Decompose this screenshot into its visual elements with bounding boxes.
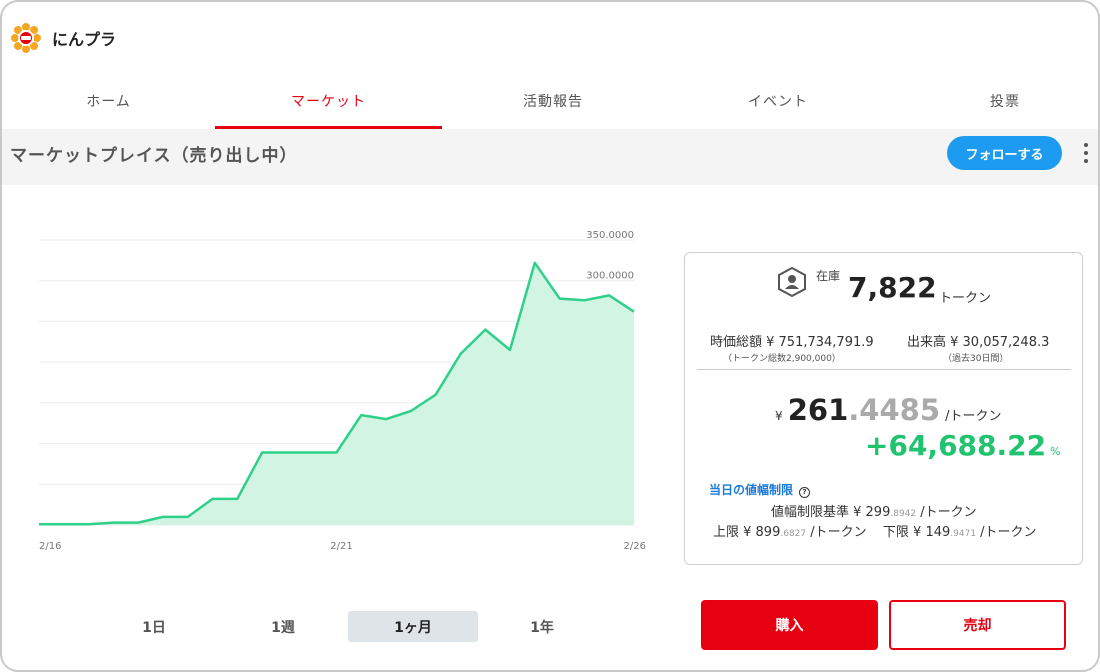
tab-market-label: マーケット (291, 93, 366, 110)
user-badge-icon (777, 266, 807, 298)
stock-value: 7,822 (848, 271, 937, 304)
lower-limit-decimal: .9471 (950, 529, 977, 539)
current-price: ¥ 261.4485 /トークン (775, 393, 1002, 427)
upper-limit-label: 上限 ¥ 899 (713, 525, 781, 540)
price-change: +64,688.22% (865, 429, 1061, 462)
x-tick-label: 2/21 (330, 541, 352, 552)
price-limit-title-text: 当日の値幅制限 (709, 483, 794, 497)
price-decimal: .4485 (848, 393, 941, 427)
price-limit-range: 上限 ¥ 899.6827 /トークン 下限 ¥ 149.9471 /トークン (713, 521, 1037, 540)
upper-limit-decimal: .6827 (780, 529, 807, 539)
tab-vote[interactable]: 投票 (892, 72, 1098, 129)
brand-name: にんプラ (52, 30, 117, 49)
token-info-card: 在庫 7,822 トークン 時価総額 ¥ 751,734,791.9 （トークン… (684, 252, 1083, 565)
section-title: マーケットプレイス（売り出し中） (10, 146, 298, 166)
upper-limit-unit: /トークン (806, 525, 867, 540)
price-currency: ¥ (775, 409, 783, 423)
follow-button[interactable]: フォローする (947, 136, 1062, 170)
app-window: にんプラ ホーム マーケット 活動報告 イベント 投票 マーケットプレイス（売り… (0, 0, 1100, 672)
sell-button[interactable]: 売却 (889, 600, 1066, 650)
stock-unit: トークン (939, 291, 992, 306)
y-tick-label: 350.0000 (586, 230, 634, 241)
lower-limit-label: 下限 ¥ 149 (882, 525, 951, 540)
period-1month-button[interactable]: 1ヶ月 (348, 611, 478, 642)
trading-volume: 出来高 ¥ 30,057,248.3 (907, 335, 1050, 350)
limit-base-label: 値幅制限基準 ¥ 299 (771, 505, 891, 520)
x-tick-label: 2/26 (624, 541, 646, 552)
price-integer: 261 (787, 393, 849, 427)
tab-activity-report[interactable]: 活動報告 (442, 72, 664, 129)
price-chart: 0.000050.0000100.0000150.0000200.0000250… (39, 230, 646, 552)
help-icon[interactable]: ? (799, 487, 811, 498)
period-1year-button[interactable]: 1年 (477, 611, 607, 642)
buy-button[interactable]: 購入 (701, 600, 878, 650)
price-change-value: +64,688.22 (865, 429, 1047, 462)
price-unit: /トークン (945, 409, 1002, 424)
y-tick-label: 300.0000 (586, 271, 634, 282)
lower-limit-unit: /トークン (976, 525, 1037, 540)
limit-base-unit: /トークン (916, 505, 977, 520)
price-change-unit: % (1050, 445, 1061, 458)
kebab-menu-icon[interactable] (1076, 139, 1096, 167)
section-header: マーケットプレイス（売り出し中） フォローする (2, 129, 1098, 185)
tab-home[interactable]: ホーム (2, 72, 215, 129)
x-tick-label: 2/16 (39, 541, 61, 552)
ninpura-logo-icon (10, 22, 42, 54)
limit-base-decimal: .8942 (890, 509, 917, 519)
price-area (39, 262, 634, 525)
market-cap-note: （トークン総数2,900,000） (723, 354, 841, 364)
trading-volume-note: （過去30日間） (943, 354, 1009, 364)
tab-market[interactable]: マーケット (215, 72, 442, 129)
main-tabs: ホーム マーケット 活動報告 イベント 投票 (2, 72, 1098, 129)
card-divider (697, 369, 1071, 370)
brand[interactable]: にんプラ (10, 22, 116, 54)
price-limit-base: 値幅制限基準 ¥ 299.8942 /トークン (771, 501, 977, 520)
market-cap: 時価総額 ¥ 751,734,791.9 (710, 335, 874, 350)
tab-events[interactable]: イベント (664, 72, 892, 129)
price-limit-title: 当日の値幅制限? (709, 481, 811, 498)
stock-label: 在庫 (816, 269, 841, 283)
period-1day-button[interactable]: 1日 (89, 611, 219, 642)
period-1week-button[interactable]: 1週 (218, 611, 348, 642)
